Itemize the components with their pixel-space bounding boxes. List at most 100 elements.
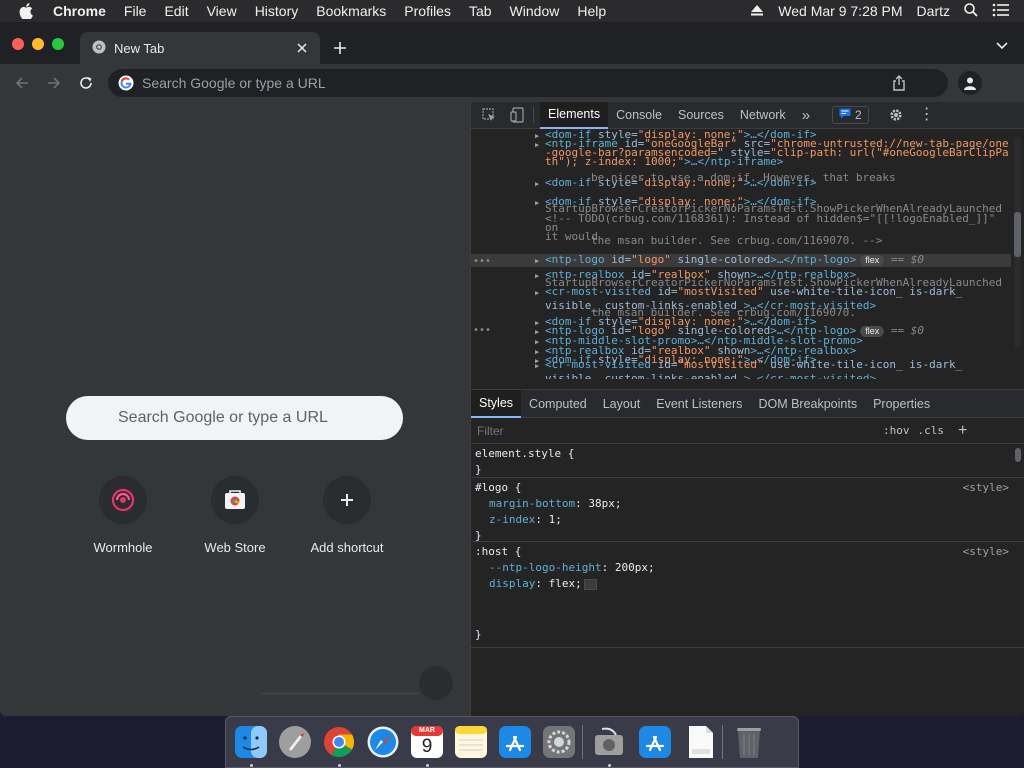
styles-scrollbar[interactable] — [1015, 448, 1021, 462]
rule-source-link[interactable]: <style> — [963, 544, 1009, 560]
menu-bookmarks[interactable]: Bookmarks — [316, 3, 386, 19]
new-style-rule-plus-icon[interactable]: + — [958, 422, 967, 440]
hov-toggle-button[interactable]: :hov — [883, 424, 910, 437]
menu-app-name[interactable]: Chrome — [53, 3, 106, 19]
tab-search-chevron-icon[interactable] — [994, 38, 1010, 54]
styles-filter-input[interactable] — [475, 420, 875, 441]
node-options-dots[interactable]: ••• — [473, 325, 491, 337]
dom-node-row[interactable]: ▶ <cr-most-visited id="mostVisited" use-w… — [471, 359, 1011, 372]
expand-triangle-icon[interactable]: ▶ — [535, 287, 545, 299]
more-tabs-icon[interactable]: » — [794, 102, 818, 129]
menu-window[interactable]: Window — [510, 3, 560, 19]
launchpad-icon[interactable] — [276, 723, 314, 761]
spotlight-search-icon[interactable] — [964, 2, 978, 20]
inspect-element-icon[interactable] — [479, 105, 499, 125]
plus-icon — [323, 476, 371, 524]
device-toolbar-icon[interactable] — [507, 105, 527, 125]
running-indicator — [250, 764, 253, 767]
address-bar[interactable]: Search Google or type a URL — [108, 69, 948, 97]
expand-triangle-icon[interactable]: ▶ — [535, 360, 545, 372]
clock[interactable]: Wed Mar 9 7:28 PM — [778, 3, 902, 19]
tab-styles[interactable]: Styles — [471, 389, 522, 418]
html-file-icon[interactable] — [682, 723, 720, 761]
apple-menu-icon[interactable] — [19, 3, 39, 19]
customize-button[interactable] — [419, 666, 453, 700]
shortcut-wormhole[interactable]: Wormhole — [67, 476, 179, 555]
menu-edit[interactable]: Edit — [164, 3, 188, 19]
ntp-horizontal-scrollbar[interactable] — [260, 692, 420, 695]
user-name[interactable]: Dartz — [917, 3, 950, 19]
tab-layout[interactable]: Layout — [595, 390, 649, 418]
cls-toggle-button[interactable]: .cls — [918, 424, 945, 437]
style-property[interactable]: z-index: 1; — [475, 512, 1021, 528]
tab-event-listeners[interactable]: Event Listeners — [648, 390, 750, 418]
eject-icon[interactable] — [750, 3, 764, 19]
flex-badge[interactable]: flex — [860, 255, 885, 266]
style-property[interactable]: margin-bottom: 38px; — [475, 496, 1021, 512]
issues-counter[interactable]: 2 — [832, 106, 869, 124]
rule-selector[interactable]: :host { — [475, 544, 1021, 560]
menu-file[interactable]: File — [124, 3, 147, 19]
tab-computed[interactable]: Computed — [521, 390, 595, 418]
menu-profiles[interactable]: Profiles — [404, 3, 451, 19]
notes-icon[interactable] — [452, 723, 490, 761]
styles-pane: Styles Computed Layout Event Listeners D… — [471, 389, 1024, 716]
menu-tab[interactable]: Tab — [469, 3, 492, 19]
dom-node-row[interactable]: the msan builder. See crbug.com/1169070.… — [471, 235, 1011, 247]
flexbox-editor-icon[interactable] — [583, 578, 597, 590]
back-arrow-icon[interactable] — [12, 73, 32, 93]
control-center-icon[interactable] — [992, 3, 1010, 20]
calendar-day-label: 9 — [421, 736, 433, 757]
trash-icon[interactable] — [730, 723, 768, 761]
tab-sources[interactable]: Sources — [670, 102, 732, 129]
ntp-search-box[interactable]: Search Google or type a URL — [66, 396, 403, 440]
style-property[interactable]: --ntp-logo-height: 200px; — [475, 560, 1021, 576]
dom-node-row[interactable]: ▶ <cr-most-visited id="mostVisited" use-w… — [471, 286, 1011, 299]
more-options-icon[interactable]: ⋮ — [919, 107, 935, 123]
tab-network[interactable]: Network — [732, 102, 794, 129]
app-store-icon[interactable] — [496, 723, 534, 761]
app-store-downloads-icon[interactable] — [636, 723, 674, 761]
rule-source-link[interactable]: <style> — [963, 480, 1009, 496]
menu-history[interactable]: History — [255, 3, 299, 19]
tab-elements[interactable]: Elements — [540, 101, 609, 129]
elements-scrollbar[interactable] — [1014, 137, 1021, 347]
add-shortcut-button[interactable]: Add shortcut — [291, 476, 403, 555]
settings-gear-icon[interactable] — [889, 108, 903, 122]
shortcut-web-store[interactable]: Web Store — [179, 476, 291, 555]
dom-node-row[interactable]: be nicer to use a dom-if. However, that … — [471, 172, 1011, 184]
tab-properties[interactable]: Properties — [865, 390, 938, 418]
system-preferences-icon[interactable] — [540, 723, 578, 761]
safari-icon[interactable] — [364, 723, 402, 761]
chrome-icon[interactable] — [320, 723, 358, 761]
tab-console[interactable]: Console — [608, 102, 670, 129]
new-tab-plus-icon[interactable] — [330, 38, 350, 58]
web-store-icon — [211, 476, 259, 524]
rule-selector[interactable]: element.style { — [475, 446, 1021, 462]
profile-avatar-icon[interactable] — [958, 71, 982, 95]
rule-selector[interactable]: #logo { — [475, 480, 1021, 496]
dock-divider — [582, 725, 583, 759]
elements-dom-tree[interactable]: ▶ <dom-if style="display: none;">…</dom-i… — [471, 129, 1011, 379]
reload-icon[interactable] — [76, 73, 96, 93]
dom-node-row[interactable]: visible_ custom-links-enabled_>…</cr-mos… — [471, 373, 1011, 379]
forward-arrow-icon[interactable] — [44, 73, 64, 93]
dom-node-row[interactable]: ▶ <ntp-logo id="logo" single-colored>…</n… — [471, 254, 1011, 267]
menu-view[interactable]: View — [207, 3, 237, 19]
style-property[interactable]: display: flex; — [475, 576, 1021, 592]
expand-triangle-icon[interactable]: ▶ — [535, 255, 545, 267]
scrollbar-thumb[interactable] — [1014, 212, 1021, 257]
menu-help[interactable]: Help — [577, 3, 606, 19]
tab-dom-breakpoints[interactable]: DOM Breakpoints — [750, 390, 865, 418]
share-icon[interactable] — [892, 75, 906, 94]
tab-new-tab[interactable]: New Tab — [80, 32, 320, 64]
calendar-icon[interactable]: MAR 9 — [408, 723, 446, 761]
close-window-button[interactable] — [12, 38, 24, 50]
node-options-dots[interactable]: ••• — [473, 256, 491, 268]
close-tab-icon[interactable] — [294, 40, 310, 56]
finder-icon[interactable] — [232, 723, 270, 761]
dom-node-row[interactable]: th"); z-index: 1000;">…</ntp-iframe> — [471, 156, 1011, 168]
zoom-window-button[interactable] — [52, 38, 64, 50]
disk-utility-icon[interactable] — [590, 723, 628, 761]
minimize-window-button[interactable] — [32, 38, 44, 50]
